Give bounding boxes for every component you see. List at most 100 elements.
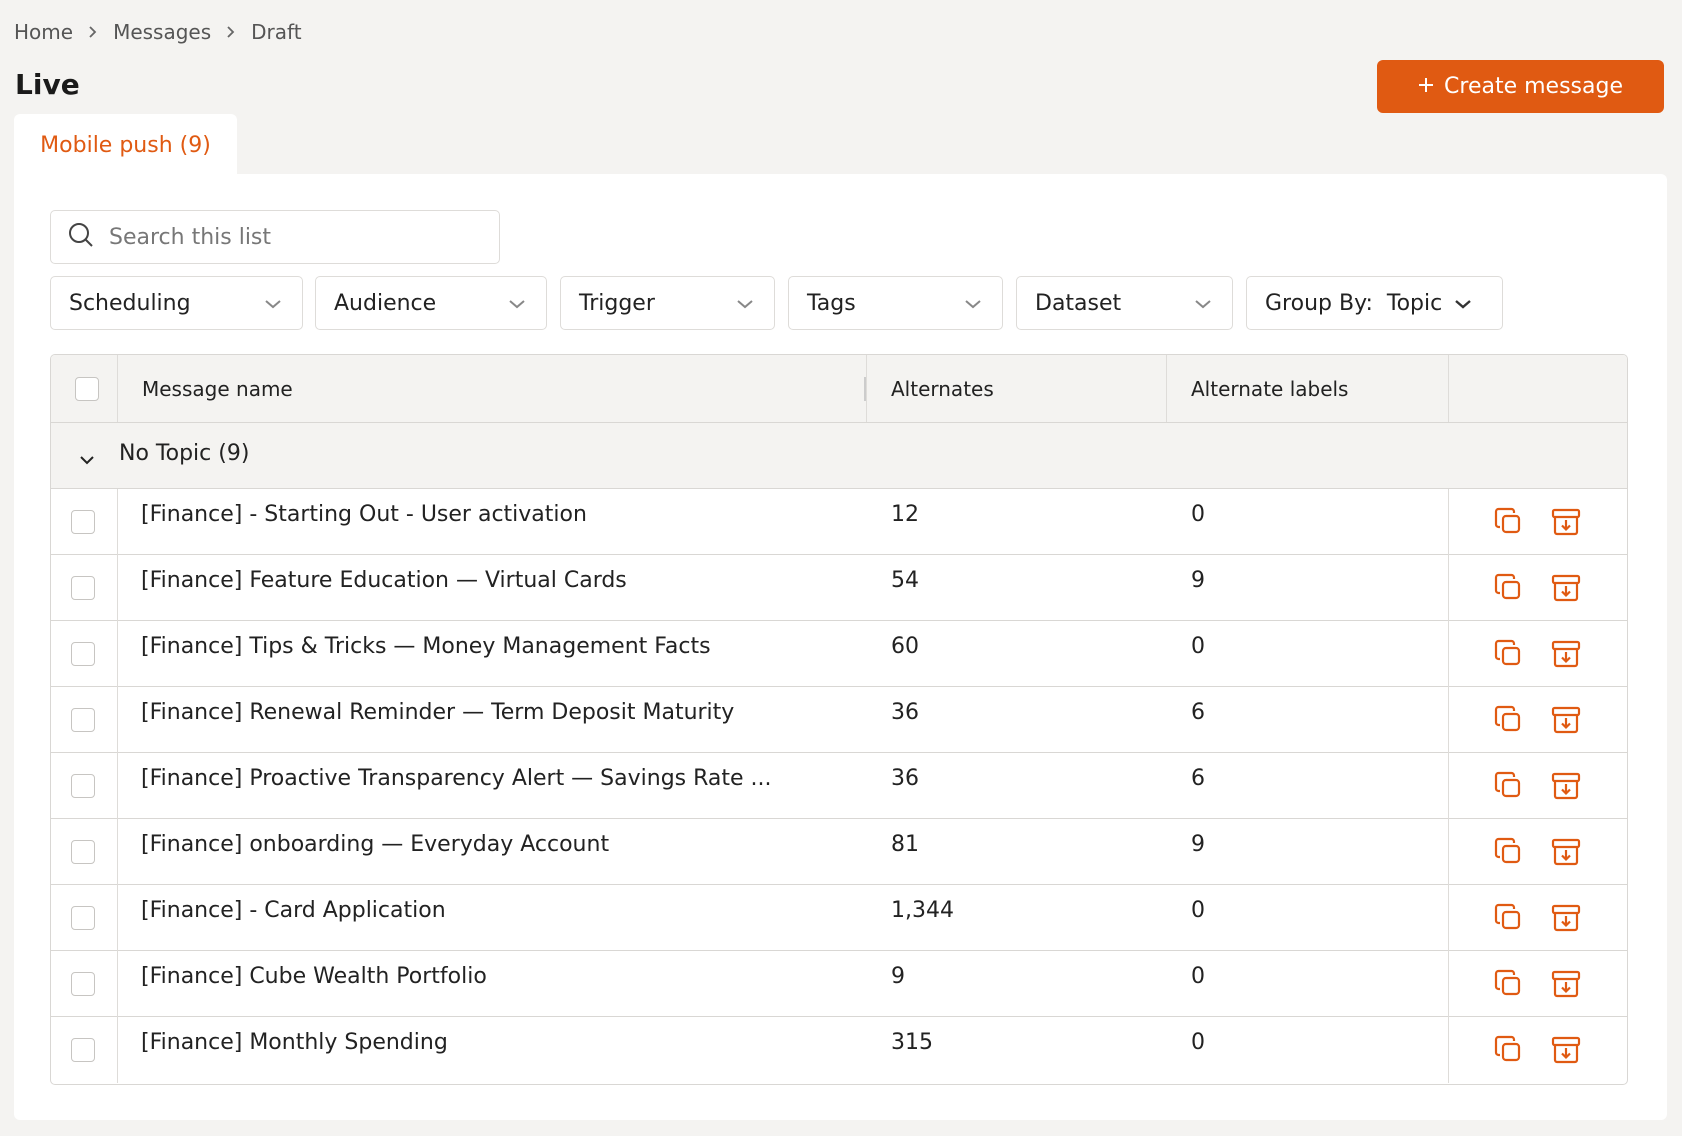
group-by-select[interactable]: Group By: Topic: [1246, 276, 1503, 330]
column-header-alternates[interactable]: Alternates: [891, 355, 994, 422]
message-name[interactable]: [Finance] Renewal Reminder — Term Deposi…: [141, 700, 734, 725]
search-box[interactable]: [50, 210, 500, 264]
alternates-count: 54: [891, 568, 919, 593]
table-row[interactable]: [Finance] Renewal Reminder — Term Deposi…: [51, 687, 1627, 753]
table-row[interactable]: [Finance] - Starting Out - User activati…: [51, 489, 1627, 555]
column-header-alternate-labels[interactable]: Alternate labels: [1191, 355, 1348, 422]
group-row-no-topic[interactable]: No Topic (9): [51, 423, 1627, 489]
create-message-button[interactable]: Create message: [1377, 60, 1664, 113]
message-name[interactable]: [Finance] Cube Wealth Portfolio: [141, 964, 487, 989]
table-row[interactable]: [Finance] Feature Education — Virtual Ca…: [51, 555, 1627, 621]
select-all-checkbox[interactable]: [75, 377, 99, 401]
tab-mobile-push[interactable]: Mobile push (9): [14, 114, 237, 176]
table-row[interactable]: [Finance] Tips & Tricks — Money Manageme…: [51, 621, 1627, 687]
table-row[interactable]: [Finance] Proactive Transparency Alert —…: [51, 753, 1627, 819]
alternate-labels-count: 0: [1191, 964, 1205, 989]
filter-dataset[interactable]: Dataset: [1016, 276, 1233, 330]
duplicate-icon[interactable]: [1493, 506, 1525, 538]
column-divider: [1448, 355, 1449, 422]
row-checkbox[interactable]: [71, 510, 95, 534]
row-checkbox[interactable]: [71, 972, 95, 996]
filter-trigger[interactable]: Trigger: [560, 276, 775, 330]
alternates-count: 81: [891, 832, 919, 857]
row-checkbox[interactable]: [71, 906, 95, 930]
table-row[interactable]: [Finance] Cube Wealth Portfolio 9 0: [51, 951, 1627, 1017]
message-name[interactable]: [Finance] Monthly Spending: [141, 1030, 448, 1055]
duplicate-icon[interactable]: [1493, 836, 1525, 868]
row-checkbox[interactable]: [71, 576, 95, 600]
breadcrumb-home[interactable]: Home: [14, 20, 73, 44]
alternate-labels-count: 0: [1191, 634, 1205, 659]
alternates-count: 315: [891, 1030, 933, 1055]
row-checkbox[interactable]: [71, 774, 95, 798]
duplicate-icon[interactable]: [1493, 638, 1525, 670]
column-header-message-name[interactable]: Message name: [142, 355, 293, 422]
table-header: Message name Alternates Alternate labels: [51, 355, 1627, 423]
archive-icon[interactable]: [1550, 506, 1582, 538]
alternates-count: 60: [891, 634, 919, 659]
archive-icon[interactable]: [1550, 968, 1582, 1000]
create-message-label: Create message: [1444, 74, 1623, 99]
column-divider: [117, 355, 118, 422]
filter-label: Audience: [334, 290, 437, 316]
duplicate-icon[interactable]: [1493, 902, 1525, 934]
search-input[interactable]: [109, 224, 469, 250]
alternate-labels-count: 6: [1191, 700, 1205, 725]
archive-icon[interactable]: [1550, 770, 1582, 802]
message-name[interactable]: [Finance] - Card Application: [141, 898, 446, 923]
filter-tags[interactable]: Tags: [788, 276, 1003, 330]
column-divider: [1448, 753, 1449, 819]
column-divider: [117, 621, 118, 687]
column-divider: [117, 951, 118, 1017]
column-divider: [1448, 1017, 1449, 1083]
row-checkbox[interactable]: [71, 840, 95, 864]
group-label: No Topic (9): [119, 441, 250, 466]
archive-icon[interactable]: [1550, 572, 1582, 604]
alternate-labels-count: 0: [1191, 502, 1205, 527]
column-divider: [1166, 355, 1167, 422]
archive-icon[interactable]: [1550, 704, 1582, 736]
message-name[interactable]: [Finance] onboarding — Everyday Account: [141, 832, 609, 857]
archive-icon[interactable]: [1550, 1034, 1582, 1066]
table-row[interactable]: [Finance] Monthly Spending 315 0: [51, 1017, 1627, 1083]
duplicate-icon[interactable]: [1493, 1034, 1525, 1066]
messages-table: Message name Alternates Alternate labels…: [50, 354, 1628, 1085]
filter-audience[interactable]: Audience: [315, 276, 547, 330]
message-name[interactable]: [Finance] Tips & Tricks — Money Manageme…: [141, 634, 711, 659]
duplicate-icon[interactable]: [1493, 968, 1525, 1000]
table-row[interactable]: [Finance] onboarding — Everyday Account 8…: [51, 819, 1627, 885]
message-name[interactable]: [Finance] Proactive Transparency Alert —…: [141, 766, 772, 791]
chevron-right-icon: [87, 25, 99, 39]
column-divider: [1448, 819, 1449, 885]
archive-icon[interactable]: [1550, 902, 1582, 934]
row-checkbox[interactable]: [71, 642, 95, 666]
duplicate-icon[interactable]: [1493, 572, 1525, 604]
column-divider: [1448, 687, 1449, 753]
column-divider: [117, 753, 118, 819]
message-name[interactable]: [Finance] - Starting Out - User activati…: [141, 502, 587, 527]
chevron-down-icon: [508, 291, 526, 316]
group-by-label: Group By: Topic: [1265, 290, 1443, 316]
table-row[interactable]: [Finance] - Card Application 1,344 0: [51, 885, 1627, 951]
breadcrumb-draft[interactable]: Draft: [251, 20, 301, 44]
row-checkbox[interactable]: [71, 1038, 95, 1062]
page-title: Live: [15, 68, 80, 101]
duplicate-icon[interactable]: [1493, 704, 1525, 736]
breadcrumb-messages[interactable]: Messages: [113, 20, 211, 44]
column-divider: [1448, 951, 1449, 1017]
filter-label: Tags: [807, 290, 856, 316]
plus-icon: [1418, 74, 1434, 99]
filter-scheduling[interactable]: Scheduling: [50, 276, 303, 330]
column-divider: [117, 555, 118, 621]
column-divider: [117, 687, 118, 753]
duplicate-icon[interactable]: [1493, 770, 1525, 802]
chevron-down-icon[interactable]: [79, 447, 95, 472]
column-divider: [866, 355, 867, 422]
message-name[interactable]: [Finance] Feature Education — Virtual Ca…: [141, 568, 627, 593]
column-divider: [1448, 555, 1449, 621]
archive-icon[interactable]: [1550, 638, 1582, 670]
chevron-down-icon: [736, 291, 754, 316]
archive-icon[interactable]: [1550, 836, 1582, 868]
row-checkbox[interactable]: [71, 708, 95, 732]
alternate-labels-count: 9: [1191, 568, 1205, 593]
